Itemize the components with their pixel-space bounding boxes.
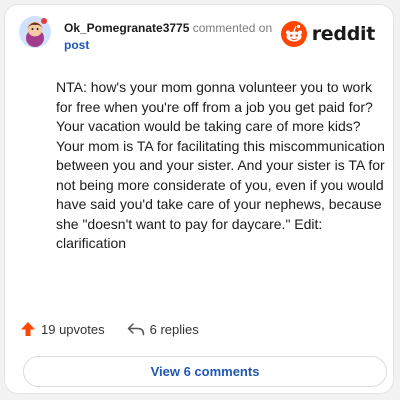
replies-count: 6 replies (149, 321, 199, 337)
upvote-arrow-icon (21, 322, 35, 336)
replies-button[interactable]: 6 replies (127, 322, 199, 337)
username[interactable]: Ok_Pomegranate3775 (64, 21, 189, 35)
post-link[interactable]: post (64, 37, 272, 54)
comment-actions: 19 upvotes 6 replies (20, 321, 199, 337)
comment-body: NTA: how's your mom gonna volunteer you … (56, 79, 385, 251)
reddit-logo[interactable]: reddit (280, 21, 376, 47)
upvote-button[interactable]: 19 upvotes (20, 321, 105, 337)
comment-header: Ok_Pomegranate3775 commented on post (64, 20, 272, 54)
view-comments-button[interactable]: View 6 comments (23, 356, 387, 387)
reddit-wordmark: reddit (311, 23, 376, 45)
commented-on-text: commented on (192, 21, 273, 35)
reply-arrow-icon (127, 323, 144, 336)
comment-card: Ok_Pomegranate3775 commented on post red… (4, 4, 394, 394)
reddit-logo-icon (280, 21, 307, 47)
upvotes-count: 19 upvotes (41, 321, 105, 337)
avatar-icon[interactable] (18, 15, 52, 49)
